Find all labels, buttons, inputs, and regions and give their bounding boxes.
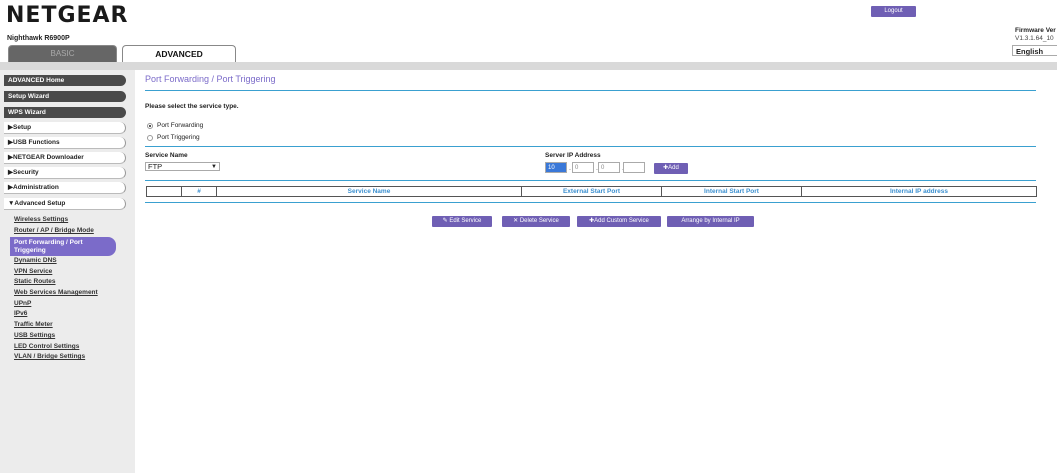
ip-octet-3-input[interactable]: 0	[598, 162, 620, 173]
sidebar-item-setup-wizard[interactable]: Setup Wizard	[4, 91, 126, 102]
arrange-by-internal-ip-button[interactable]: Arrange by Internal IP	[667, 216, 754, 227]
tab-basic[interactable]: BASIC	[8, 45, 117, 62]
sidebar-item-usb-settings[interactable]: USB Settings	[14, 332, 55, 339]
radio-port-forwarding-label: Port Forwarding	[157, 122, 204, 129]
service-type-prompt: Please select the service type.	[145, 103, 239, 110]
sidebar-item-wireless-settings[interactable]: Wireless Settings	[14, 216, 68, 223]
edit-service-label: Edit Service	[449, 218, 482, 224]
chevron-down-icon: ▼	[211, 164, 217, 170]
radio-unselected-icon[interactable]	[147, 134, 153, 141]
sidebar-item-wps-wizard[interactable]: WPS Wizard	[4, 107, 126, 118]
sidebar-item-led-control-settings[interactable]: LED Control Settings	[14, 343, 79, 350]
radio-port-triggering[interactable]: Port Triggering	[147, 134, 200, 141]
language-select[interactable]: English	[1012, 45, 1057, 56]
model-name: Nighthawk R6900P	[7, 35, 70, 42]
radio-selected-icon[interactable]	[147, 122, 153, 129]
ip-octet-4-input[interactable]	[623, 162, 645, 173]
tab-advanced[interactable]: ADVANCED	[122, 45, 236, 62]
sidebar-item-ipv6[interactable]: IPv6	[14, 310, 27, 317]
page-title: Port Forwarding / Port Triggering	[145, 74, 276, 84]
sidebar-item-static-routes[interactable]: Static Routes	[14, 278, 56, 285]
server-ip-label: Server IP Address	[545, 152, 601, 159]
service-table: # Service Name External Start Port Inter…	[146, 186, 1037, 197]
firmware-label: Firmware Ver	[1015, 27, 1056, 34]
add-custom-service-button[interactable]: ✚Add Custom Service	[577, 216, 661, 227]
sidebar-item-advanced-home[interactable]: ADVANCED Home	[4, 75, 126, 86]
column-header-service-name: Service Name	[216, 186, 522, 197]
column-header-select	[146, 186, 182, 197]
sidebar-item-traffic-meter[interactable]: Traffic Meter	[14, 321, 53, 328]
sidebar-item-dynamic-dns[interactable]: Dynamic DNS	[14, 257, 57, 264]
netgear-logo: NETGEAR	[6, 3, 129, 28]
sidebar-section-advanced-setup[interactable]: ▼Advanced Setup	[4, 198, 126, 210]
pencil-icon: ✎	[442, 218, 448, 224]
sidebar-section-setup[interactable]: ▶Setup	[4, 122, 126, 134]
add-button[interactable]: ✚Add	[654, 163, 688, 174]
section-divider	[145, 146, 1036, 147]
ip-separator-dot: .	[569, 165, 571, 172]
service-name-value: FTP	[148, 162, 163, 171]
sidebar-item-router-ap-bridge-mode[interactable]: Router / AP / Bridge Mode	[14, 227, 94, 234]
ip-octet-1-input[interactable]: 10	[545, 162, 567, 173]
sidebar-section-administration[interactable]: ▶Administration	[4, 182, 126, 194]
delete-service-label: Delete Service	[519, 218, 559, 224]
column-header-internal-start-port: Internal Start Port	[661, 186, 802, 197]
add-button-label: Add	[668, 165, 679, 171]
ip-octet-2-input[interactable]: 0	[572, 162, 594, 173]
service-name-select[interactable]: FTP ▼	[145, 162, 220, 171]
title-divider	[145, 90, 1036, 91]
logout-button[interactable]: Logout	[871, 6, 916, 17]
sidebar-item-upnp[interactable]: UPnP	[14, 300, 31, 307]
radio-port-forwarding[interactable]: Port Forwarding	[147, 122, 203, 129]
column-header-internal-ip-address: Internal IP address	[801, 186, 1037, 197]
section-divider	[145, 180, 1036, 181]
sidebar-section-security[interactable]: ▶Security	[4, 167, 126, 179]
column-header-number: #	[181, 186, 217, 197]
edit-service-button[interactable]: ✎ Edit Service	[432, 216, 492, 227]
service-name-label: Service Name	[145, 152, 188, 159]
sidebar-item-vlan-bridge-settings[interactable]: VLAN / Bridge Settings	[14, 353, 85, 360]
close-icon: ✕	[513, 218, 519, 224]
add-custom-service-label: Add Custom Service	[594, 218, 649, 224]
sidebar-section-usb-functions[interactable]: ▶USB Functions	[4, 137, 126, 149]
firmware-version: V1.3.1.64_10	[1015, 35, 1054, 42]
delete-service-button[interactable]: ✕ Delete Service	[502, 216, 570, 227]
table-header-row: # Service Name External Start Port Inter…	[146, 186, 1037, 197]
radio-port-triggering-label: Port Triggering	[157, 134, 200, 141]
column-header-external-start-port: External Start Port	[521, 186, 662, 197]
tab-bar-divider	[0, 62, 1057, 70]
sidebar-item-web-services-management[interactable]: Web Services Management	[14, 289, 98, 296]
sidebar-section-netgear-downloader[interactable]: ▶NETGEAR Downloader	[4, 152, 126, 164]
sidebar-item-vpn-service[interactable]: VPN Service	[14, 268, 52, 275]
table-bottom-divider	[145, 202, 1036, 203]
sidebar-item-port-forwarding[interactable]: Port Forwarding / Port Triggering	[10, 237, 116, 256]
sidebar: ADVANCED Home Setup Wizard WPS Wizard ▶S…	[0, 70, 135, 473]
